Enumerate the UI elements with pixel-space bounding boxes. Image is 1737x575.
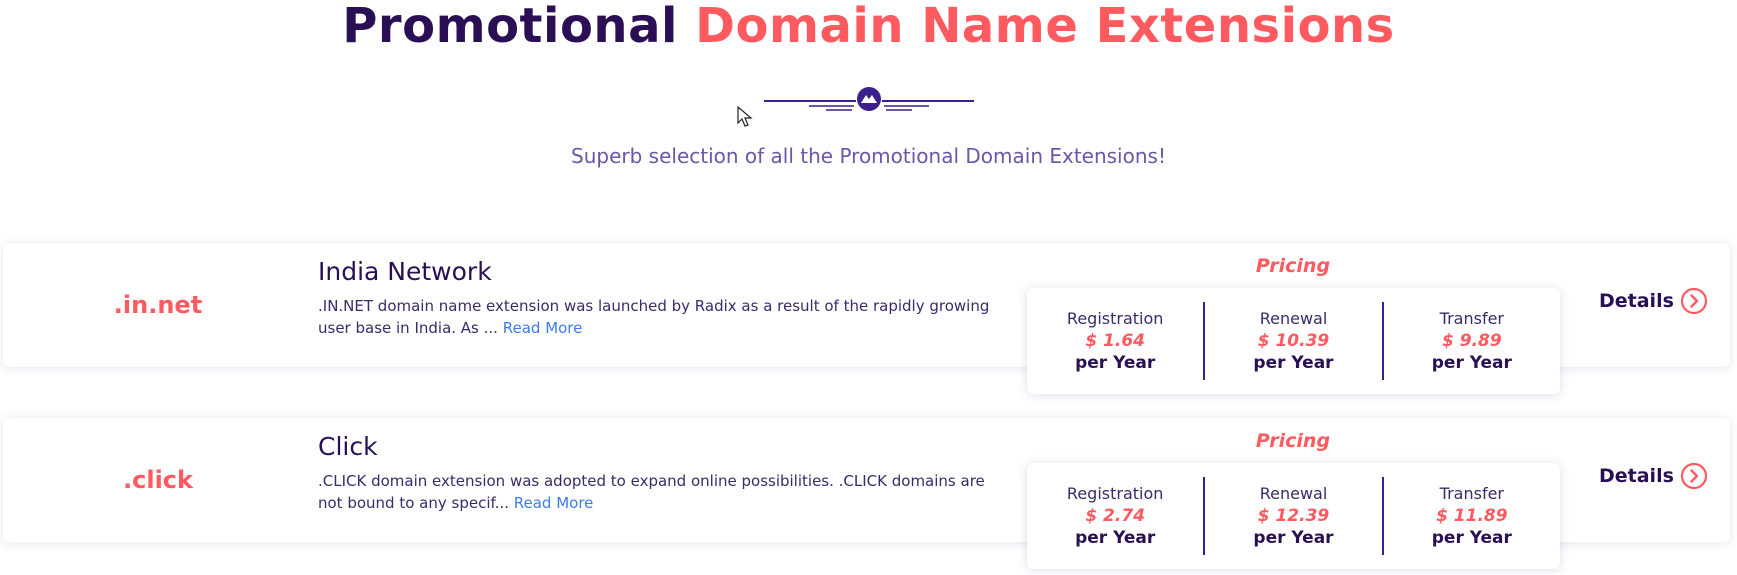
page-subtitle: Superb selection of all the Promotional … [571,144,1166,168]
details-button[interactable]: Details [1599,462,1708,490]
registration-price: Registration $ 1.64 per Year [1027,288,1203,394]
per-year-label: per Year [1075,353,1156,373]
pricing-box: Registration $ 2.74 per Year Renewal $ 1… [1027,463,1560,569]
chevron-right-circle-icon [1680,462,1708,490]
renewal-price: Renewal $ 10.39 per Year [1205,288,1381,394]
per-year-label: per Year [1253,353,1334,373]
registration-price: Registration $ 2.74 per Year [1027,463,1203,569]
description-text: .IN.NET domain name extension was launch… [318,297,990,337]
transfer-price: Transfer $ 11.89 per Year [1384,463,1560,569]
pricing-box: Registration $ 1.64 per Year Renewal $ 1… [1027,288,1560,394]
details-label: Details [1599,465,1674,487]
page-title: Promotional Domain Name Extensions [0,0,1737,52]
title-main: Promotional [342,0,678,54]
read-more-link[interactable]: Read More [514,494,594,512]
section-divider-icon [764,87,974,111]
mouse-cursor-icon [737,106,753,127]
registration-value: $ 1.64 [1085,331,1146,351]
domain-extension: .in.net [113,291,203,319]
domain-extension: .click [123,466,193,494]
renewal-label: Renewal [1259,484,1328,503]
transfer-price: Transfer $ 9.89 per Year [1384,288,1560,394]
per-year-label: per Year [1431,528,1512,548]
domain-card-click: .click Click .CLICK domain extension was… [3,418,1730,569]
renewal-value: $ 12.39 [1257,506,1330,526]
registration-label: Registration [1066,484,1164,503]
domain-name: India Network [318,257,492,286]
renewal-label: Renewal [1259,309,1328,328]
registration-label: Registration [1066,309,1164,328]
per-year-label: per Year [1253,528,1334,548]
title-accent: Domain Name Extensions [695,0,1395,54]
domain-card-in-net: .in.net India Network .IN.NET domain nam… [3,243,1730,394]
pricing-label: Pricing [1255,255,1331,277]
pricing-label: Pricing [1255,430,1331,452]
read-more-link[interactable]: Read More [503,319,583,337]
renewal-price: Renewal $ 12.39 per Year [1205,463,1381,569]
transfer-label: Transfer [1439,484,1504,503]
domain-description: .IN.NET domain name extension was launch… [318,295,998,339]
transfer-value: $ 9.89 [1441,331,1502,351]
domain-description: .CLICK domain extension was adopted to e… [318,470,998,514]
registration-value: $ 2.74 [1085,506,1146,526]
renewal-value: $ 10.39 [1257,331,1330,351]
per-year-label: per Year [1075,528,1156,548]
per-year-label: per Year [1431,353,1512,373]
description-text: .CLICK domain extension was adopted to e… [318,472,985,512]
chevron-right-circle-icon [1680,287,1708,315]
details-button[interactable]: Details [1599,287,1708,315]
transfer-value: $ 11.89 [1436,506,1508,526]
domain-name: Click [318,432,378,461]
details-label: Details [1599,290,1674,312]
transfer-label: Transfer [1439,309,1504,328]
